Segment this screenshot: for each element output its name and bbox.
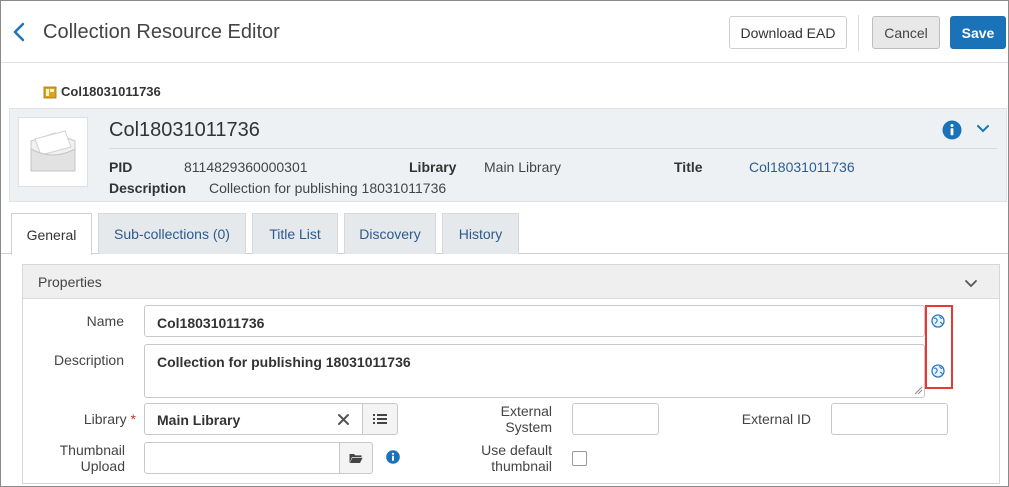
cancel-button[interactable]: Cancel	[872, 16, 940, 49]
library-list-button[interactable]	[362, 403, 398, 435]
name-input[interactable]: Col18031011736	[144, 305, 925, 337]
pid-label: PID	[109, 159, 133, 175]
resource-summary-card: Col18031011736 PID 8114829360000301 Libr…	[9, 108, 1007, 202]
envelope-icon	[30, 130, 76, 172]
tab-general[interactable]: General	[11, 213, 92, 255]
chevron-down-icon[interactable]	[976, 124, 990, 134]
clear-icon[interactable]	[337, 413, 350, 426]
thumbnail-label-line2: Upload	[80, 458, 125, 474]
tab-title-list[interactable]: Title List	[252, 213, 338, 254]
external-id-input[interactable]	[831, 403, 948, 435]
library-field-label: Library *	[61, 411, 136, 427]
tab-discovery[interactable]: Discovery	[344, 213, 436, 254]
use-default-label-line2: thumbnail	[491, 458, 552, 474]
collection-folder-icon	[43, 86, 57, 98]
header-divider	[858, 15, 859, 51]
tab-sub-collections[interactable]: Sub-collections (0)	[98, 213, 246, 254]
library-field-label-text: Library	[83, 411, 127, 427]
properties-title: Properties	[38, 274, 102, 290]
description-value: Collection for publishing 18031011736	[209, 180, 447, 196]
download-ead-button[interactable]: Download EAD	[729, 16, 847, 49]
collection-thumbnail	[18, 117, 88, 187]
use-default-thumbnail-label: Use default thumbnail	[459, 442, 552, 474]
use-default-label-line1: Use default	[481, 442, 552, 458]
external-system-label-line1: External	[500, 403, 552, 419]
properties-header[interactable]: Properties	[23, 265, 999, 299]
info-icon[interactable]	[942, 120, 962, 140]
breadcrumb: Col18031011736	[43, 84, 161, 99]
library-value: Main Library	[484, 159, 562, 175]
description-textarea[interactable]: Collection for publishing 18031011736	[144, 344, 925, 398]
library-label: Library	[409, 159, 457, 175]
external-system-input[interactable]	[572, 403, 659, 435]
required-asterisk: *	[130, 411, 136, 427]
thumbnail-upload-input[interactable]	[144, 442, 340, 474]
library-select-value: Main Library	[157, 412, 241, 428]
folder-open-icon	[349, 454, 363, 463]
thumbnail-label-line1: Thumbnail	[59, 442, 125, 458]
list-icon	[373, 414, 387, 424]
resize-handle-icon[interactable]	[913, 385, 923, 395]
external-id-label: External ID	[741, 411, 811, 427]
use-default-thumbnail-checkbox[interactable]	[572, 451, 587, 466]
browse-folder-button[interactable]	[339, 442, 373, 474]
tab-bar: General Sub-collections (0) Title List D…	[1, 213, 1008, 255]
thumbnail-info-icon[interactable]	[386, 450, 400, 464]
back-arrow-icon[interactable]	[11, 22, 29, 42]
thumbnail-upload-label: Thumbnail Upload	[41, 442, 125, 474]
summary-divider	[109, 148, 997, 149]
description-field-label: Description	[53, 352, 124, 368]
highlight-box	[925, 305, 953, 389]
save-button[interactable]: Save	[950, 16, 1006, 49]
name-label: Name	[86, 313, 124, 329]
external-system-label-line2: System	[505, 419, 552, 435]
title-link[interactable]: Col18031011736	[749, 159, 855, 175]
editor-header: Collection Resource Editor Download EAD …	[1, 1, 1008, 63]
external-system-label: External System	[471, 403, 552, 435]
resource-title: Col18031011736	[109, 119, 260, 141]
tab-history[interactable]: History	[442, 213, 519, 254]
title-label: Title	[674, 159, 703, 175]
breadcrumb-label: Col18031011736	[61, 84, 161, 99]
page-title: Collection Resource Editor	[43, 21, 280, 43]
chevron-down-icon[interactable]	[964, 279, 978, 288]
pid-value: 8114829360000301	[184, 159, 308, 175]
library-select[interactable]: Main Library	[144, 403, 363, 435]
description-label: Description	[109, 180, 187, 196]
